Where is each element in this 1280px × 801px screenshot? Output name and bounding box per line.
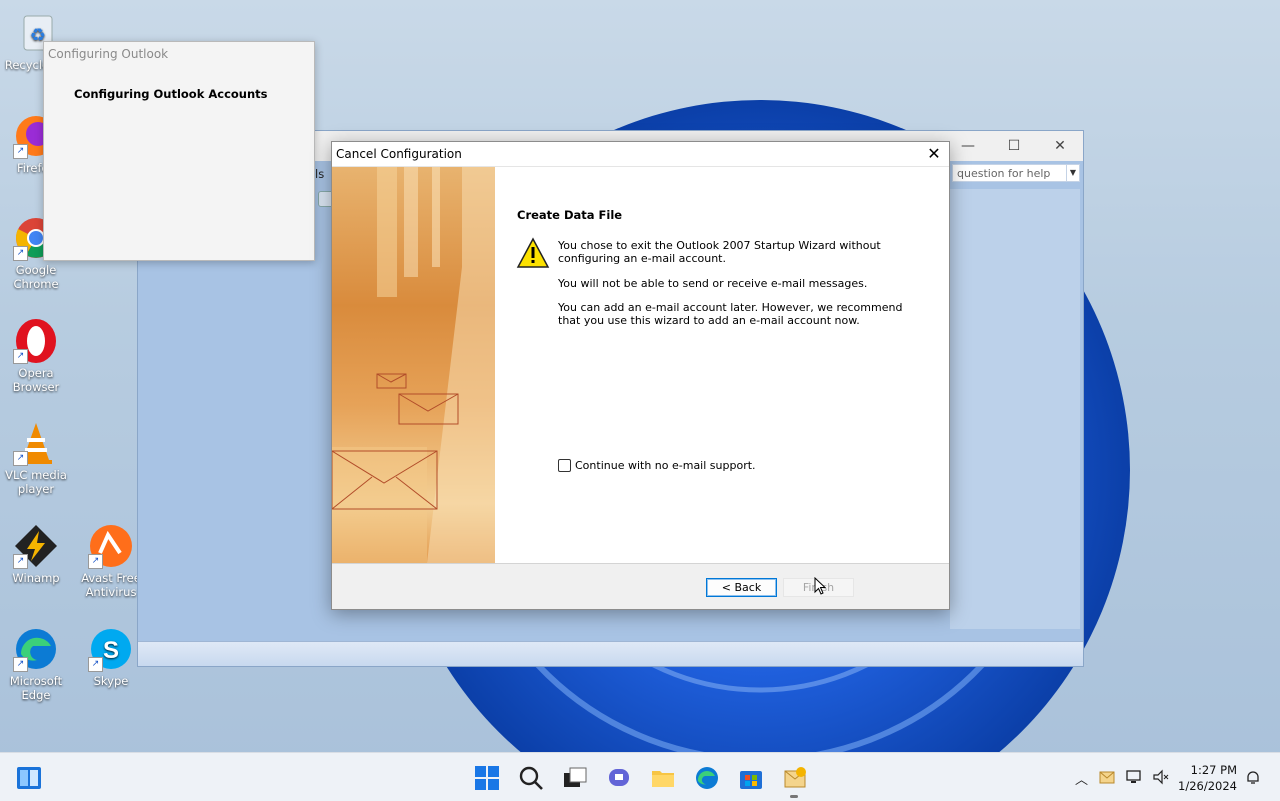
svg-text:S: S bbox=[103, 637, 119, 664]
minimize-button[interactable]: — bbox=[945, 131, 991, 161]
edge-taskbar-icon[interactable] bbox=[694, 765, 720, 791]
config-window-title: Configuring Outlook bbox=[48, 47, 169, 61]
skype-icon: S ↗ bbox=[88, 626, 134, 672]
shortcut-arrow-icon: ↗ bbox=[13, 554, 28, 569]
close-icon[interactable]: ✕ bbox=[919, 142, 949, 166]
dialog-footer: < Back Finish bbox=[332, 563, 949, 609]
outlook-taskbar-icon[interactable] bbox=[782, 765, 808, 791]
warning-icon bbox=[516, 237, 550, 269]
help-search-placeholder: question for help bbox=[957, 167, 1051, 180]
clock-date: 1/26/2024 bbox=[1178, 779, 1237, 793]
desktop-icon-label: VLC media player bbox=[5, 468, 67, 496]
network-icon[interactable] bbox=[1126, 769, 1144, 789]
active-app-indicator bbox=[790, 795, 798, 798]
shortcut-arrow-icon: ↗ bbox=[13, 349, 28, 364]
opera-icon: ↗ bbox=[13, 318, 59, 364]
shortcut-arrow-icon: ↗ bbox=[13, 451, 28, 466]
desktop-icon-microsoft-edge[interactable]: ↗ Microsoft Edge bbox=[0, 626, 72, 702]
taskbar: ︿ 1:27 PM 1/26/2024 bbox=[0, 752, 1280, 801]
desktop-icon-label: Microsoft Edge bbox=[9, 674, 63, 702]
search-icon[interactable] bbox=[518, 765, 544, 791]
status-bar bbox=[138, 641, 1083, 666]
file-explorer-icon[interactable] bbox=[650, 765, 676, 791]
outlook-tray-icon[interactable] bbox=[1099, 769, 1115, 789]
dialog-title: Cancel Configuration bbox=[336, 147, 462, 161]
message-line-1: You chose to exit the Outlook 2007 Start… bbox=[558, 239, 881, 265]
desktop-icon-label: Skype bbox=[93, 674, 129, 688]
back-button[interactable]: < Back bbox=[706, 578, 777, 597]
dialog-titlebar: Cancel Configuration ✕ bbox=[332, 142, 949, 167]
avast-icon: ↗ bbox=[88, 523, 134, 569]
volume-muted-icon[interactable] bbox=[1152, 769, 1170, 789]
shortcut-arrow-icon: ↗ bbox=[13, 657, 28, 672]
chevron-down-icon[interactable]: ▼ bbox=[1066, 165, 1079, 181]
start-button-icon[interactable] bbox=[474, 765, 500, 791]
shortcut-arrow-icon: ↗ bbox=[88, 554, 103, 569]
taskbar-clock[interactable]: 1:27 PM 1/26/2024 bbox=[1178, 762, 1237, 794]
desktop-icon-label: Winamp bbox=[12, 571, 60, 585]
help-search-input[interactable]: question for help ▼ bbox=[952, 164, 1080, 182]
configuring-outlook-window: Configuring Outlook Configuring Outlook … bbox=[43, 41, 315, 261]
desktop-icon-label: Google Chrome bbox=[13, 263, 59, 291]
shortcut-arrow-icon: ↗ bbox=[13, 246, 28, 261]
message-line-2: You will not be able to send or receive … bbox=[558, 277, 868, 290]
no-email-support-checkbox[interactable]: Continue with no e-mail support. bbox=[558, 459, 756, 472]
checkbox-label[interactable]: Continue with no e-mail support. bbox=[575, 459, 756, 472]
close-button[interactable]: ✕ bbox=[1037, 131, 1083, 161]
edge-icon: ↗ bbox=[13, 626, 59, 672]
winamp-icon: ↗ bbox=[13, 523, 59, 569]
checkbox-box[interactable] bbox=[558, 459, 571, 472]
clock-time: 1:27 PM bbox=[1190, 763, 1237, 777]
store-icon[interactable] bbox=[738, 765, 764, 791]
desktop-icon-winamp[interactable]: ↗ Winamp bbox=[0, 523, 72, 585]
config-window-heading: Configuring Outlook Accounts bbox=[74, 87, 268, 101]
main-window-pane bbox=[950, 189, 1080, 629]
shortcut-arrow-icon: ↗ bbox=[13, 144, 28, 159]
dialog-content: Create Data File You chose to exit the O… bbox=[495, 167, 949, 563]
message-line-3: You can add an e-mail account later. How… bbox=[558, 301, 903, 327]
vlc-cone-icon: ↗ bbox=[13, 420, 59, 466]
envelope-icon bbox=[376, 373, 407, 389]
notification-icon[interactable] bbox=[1245, 769, 1261, 789]
teams-chat-icon[interactable] bbox=[606, 765, 632, 791]
task-view-icon[interactable] bbox=[562, 765, 588, 791]
cancel-configuration-dialog: Cancel Configuration ✕ Create Data File … bbox=[331, 141, 950, 610]
desktop-icon-label: Avast Free Antivirus bbox=[81, 571, 141, 599]
mouse-cursor-icon bbox=[814, 576, 827, 595]
chevron-up-icon[interactable]: ︿ bbox=[1075, 769, 1088, 788]
shortcut-arrow-icon: ↗ bbox=[88, 657, 103, 672]
desktop-icon-vlc[interactable]: ↗ VLC media player bbox=[0, 420, 72, 496]
wizard-side-banner bbox=[332, 167, 495, 563]
desktop-icon-opera[interactable]: ↗ Opera Browser bbox=[0, 318, 72, 394]
dialog-heading: Create Data File bbox=[517, 208, 623, 222]
widgets-icon[interactable] bbox=[16, 765, 42, 791]
maximize-button[interactable]: ☐ bbox=[991, 131, 1037, 161]
desktop-icon-label: Opera Browser bbox=[12, 366, 60, 394]
